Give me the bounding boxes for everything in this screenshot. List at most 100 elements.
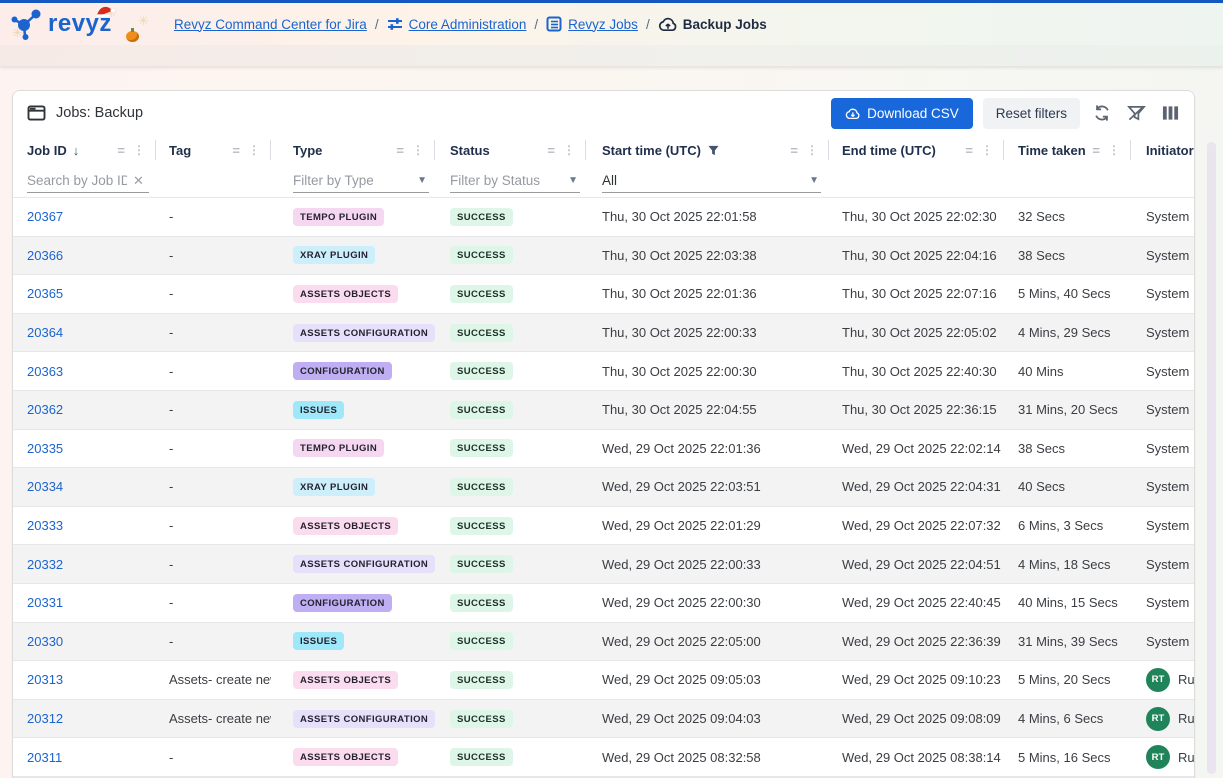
table-row[interactable]: 20332-ASSETS CONFIGURATIONSUCCESSWed, 29…: [13, 545, 1194, 584]
table-row[interactable]: 20363-CONFIGURATIONSUCCESSThu, 30 Oct 20…: [13, 352, 1194, 391]
table-row[interactable]: 20364-ASSETS CONFIGURATIONSUCCESSThu, 30…: [13, 314, 1194, 353]
column-header-start-time[interactable]: Start time (UTC) = ⋮: [586, 140, 829, 160]
column-header-time-taken[interactable]: Time taken = ⋮: [1004, 140, 1131, 160]
column-header-type[interactable]: Type = ⋮: [271, 140, 435, 160]
cell-status: SUCCESS: [435, 362, 586, 380]
sort-desc-icon[interactable]: ↓: [73, 143, 80, 158]
column-header-end-time[interactable]: End time (UTC) = ⋮: [829, 140, 1004, 160]
breadcrumb-separator: /: [375, 17, 379, 32]
status-badge: SUCCESS: [450, 439, 513, 457]
column-header-tag[interactable]: Tag = ⋮: [156, 140, 271, 160]
cell-job-id: 20362: [13, 402, 156, 417]
column-header-initiator[interactable]: Initiator = ⋮: [1131, 140, 1194, 160]
table-row[interactable]: 20333-ASSETS OBJECTSSUCCESSWed, 29 Oct 2…: [13, 507, 1194, 546]
pumpkin-icon: [126, 31, 139, 42]
cell-end: Wed, 29 Oct 2025 22:36:39: [829, 634, 1004, 649]
type-badge: XRAY PLUGIN: [293, 246, 375, 264]
table-row[interactable]: 20335-TEMPO PLUGINSUCCESSWed, 29 Oct 202…: [13, 430, 1194, 469]
cell-time-taken: 5 Mins, 20 Secs: [1004, 672, 1131, 687]
type-filter-select[interactable]: Filter by Type ▼: [293, 169, 429, 193]
cell-time-taken: 40 Mins, 15 Secs: [1004, 595, 1131, 610]
table-row[interactable]: 20311-ASSETS OBJECTSSUCCESSWed, 29 Oct 2…: [13, 738, 1194, 777]
initiator-name: Rup: [1178, 750, 1194, 765]
column-menu-icon[interactable]: ⋮: [248, 143, 260, 157]
job-id-link[interactable]: 20362: [27, 402, 63, 417]
table-row[interactable]: 20331-CONFIGURATIONSUCCESSWed, 29 Oct 20…: [13, 584, 1194, 623]
job-id-link[interactable]: 20363: [27, 364, 63, 379]
column-drag-icon[interactable]: =: [965, 143, 972, 158]
job-id-link[interactable]: 20333: [27, 518, 63, 533]
job-id-link[interactable]: 20331: [27, 595, 63, 610]
column-drag-icon[interactable]: =: [1092, 143, 1099, 158]
cell-status: SUCCESS: [435, 439, 586, 457]
job-id-search-input[interactable]: [27, 173, 127, 188]
reset-filters-button[interactable]: Reset filters: [983, 98, 1080, 129]
chevron-down-icon: ▼: [809, 175, 819, 186]
job-id-link[interactable]: 20311: [27, 750, 62, 765]
column-drag-icon[interactable]: =: [396, 143, 403, 158]
status-badge: SUCCESS: [450, 632, 513, 650]
column-menu-icon[interactable]: ⋮: [133, 143, 145, 157]
jobs-backup-panel: Jobs: Backup Download CSV Reset filters: [12, 90, 1195, 778]
job-id-link[interactable]: 20312: [27, 711, 63, 726]
top-accent-line: [0, 0, 1223, 3]
status-filter-select[interactable]: Filter by Status ▼: [450, 169, 580, 193]
breadcrumb-core-administration[interactable]: Core Administration: [387, 16, 527, 32]
column-drag-icon[interactable]: =: [547, 143, 554, 158]
column-menu-icon[interactable]: ⋮: [806, 143, 818, 157]
cell-tag: -: [156, 441, 271, 456]
job-id-link[interactable]: 20334: [27, 479, 63, 494]
download-csv-button[interactable]: Download CSV: [831, 98, 973, 129]
breadcrumb-revyz-jobs[interactable]: Revyz Jobs: [546, 16, 638, 32]
table-row[interactable]: 20312Assets- create new- DASSETS CONFIGU…: [13, 700, 1194, 739]
job-id-link[interactable]: 20365: [27, 286, 63, 301]
clear-search-icon[interactable]: ✕: [133, 173, 144, 189]
cell-job-id: 20311: [13, 750, 156, 765]
chevron-down-icon: ▼: [417, 175, 427, 186]
column-menu-icon[interactable]: ⋮: [981, 143, 993, 157]
column-header-status[interactable]: Status = ⋮: [435, 140, 586, 160]
cell-type: ASSETS OBJECTS: [271, 285, 435, 303]
avatar: RT: [1146, 668, 1170, 692]
table-row[interactable]: 20330-ISSUESSUCCESSWed, 29 Oct 2025 22:0…: [13, 623, 1194, 662]
column-menu-icon[interactable]: ⋮: [412, 143, 424, 157]
job-id-link[interactable]: 20330: [27, 634, 63, 649]
column-menu-icon[interactable]: ⋮: [563, 143, 575, 157]
avatar: RT: [1146, 745, 1170, 769]
column-header-job-id[interactable]: Job ID ↓ = ⋮: [13, 140, 156, 160]
vertical-scrollbar[interactable]: [1207, 142, 1216, 774]
job-id-link[interactable]: 20335: [27, 441, 63, 456]
cell-time-taken: 6 Mins, 3 Secs: [1004, 518, 1131, 533]
cell-end: Wed, 29 Oct 2025 09:08:09: [829, 711, 1004, 726]
filter-off-icon[interactable]: [1124, 101, 1148, 125]
start-time-filter-select[interactable]: All ▼: [602, 169, 821, 193]
cell-tag: -: [156, 634, 271, 649]
job-id-link[interactable]: 20364: [27, 325, 63, 340]
table-row[interactable]: 20367-TEMPO PLUGINSUCCESSThu, 30 Oct 202…: [13, 198, 1194, 237]
cell-job-id: 20333: [13, 518, 156, 533]
column-drag-icon[interactable]: =: [232, 143, 239, 158]
cell-end: Wed, 29 Oct 2025 22:04:31: [829, 479, 1004, 494]
table-row[interactable]: 20334-XRAY PLUGINSUCCESSWed, 29 Oct 2025…: [13, 468, 1194, 507]
column-drag-icon[interactable]: =: [117, 143, 124, 158]
job-id-link[interactable]: 20367: [27, 209, 63, 224]
job-id-link[interactable]: 20366: [27, 248, 63, 263]
table-row[interactable]: 20365-ASSETS OBJECTSSUCCESSThu, 30 Oct 2…: [13, 275, 1194, 314]
job-id-link[interactable]: 20313: [27, 672, 63, 687]
breadcrumb-command-center[interactable]: Revyz Command Center for Jira: [174, 17, 367, 32]
type-badge: CONFIGURATION: [293, 362, 392, 380]
job-id-filter[interactable]: ✕: [27, 169, 149, 193]
table-row[interactable]: 20366-XRAY PLUGINSUCCESSThu, 30 Oct 2025…: [13, 237, 1194, 276]
table-row[interactable]: 20313Assets- create new- DASSETS OBJECTS…: [13, 661, 1194, 700]
initiator-name: Rup: [1178, 711, 1194, 726]
columns-icon[interactable]: [1158, 101, 1182, 125]
refresh-icon[interactable]: [1090, 101, 1114, 125]
cell-end: Wed, 29 Oct 2025 09:10:23: [829, 672, 1004, 687]
table-body: 20367-TEMPO PLUGINSUCCESSThu, 30 Oct 202…: [13, 198, 1194, 777]
cell-start: Wed, 29 Oct 2025 22:01:36: [586, 441, 829, 456]
job-id-link[interactable]: 20332: [27, 557, 63, 572]
panel-toolbar: Jobs: Backup Download CSV Reset filters: [13, 91, 1194, 135]
column-menu-icon[interactable]: ⋮: [1108, 143, 1120, 157]
column-drag-icon[interactable]: =: [790, 143, 797, 158]
table-row[interactable]: 20362-ISSUESSUCCESSThu, 30 Oct 2025 22:0…: [13, 391, 1194, 430]
